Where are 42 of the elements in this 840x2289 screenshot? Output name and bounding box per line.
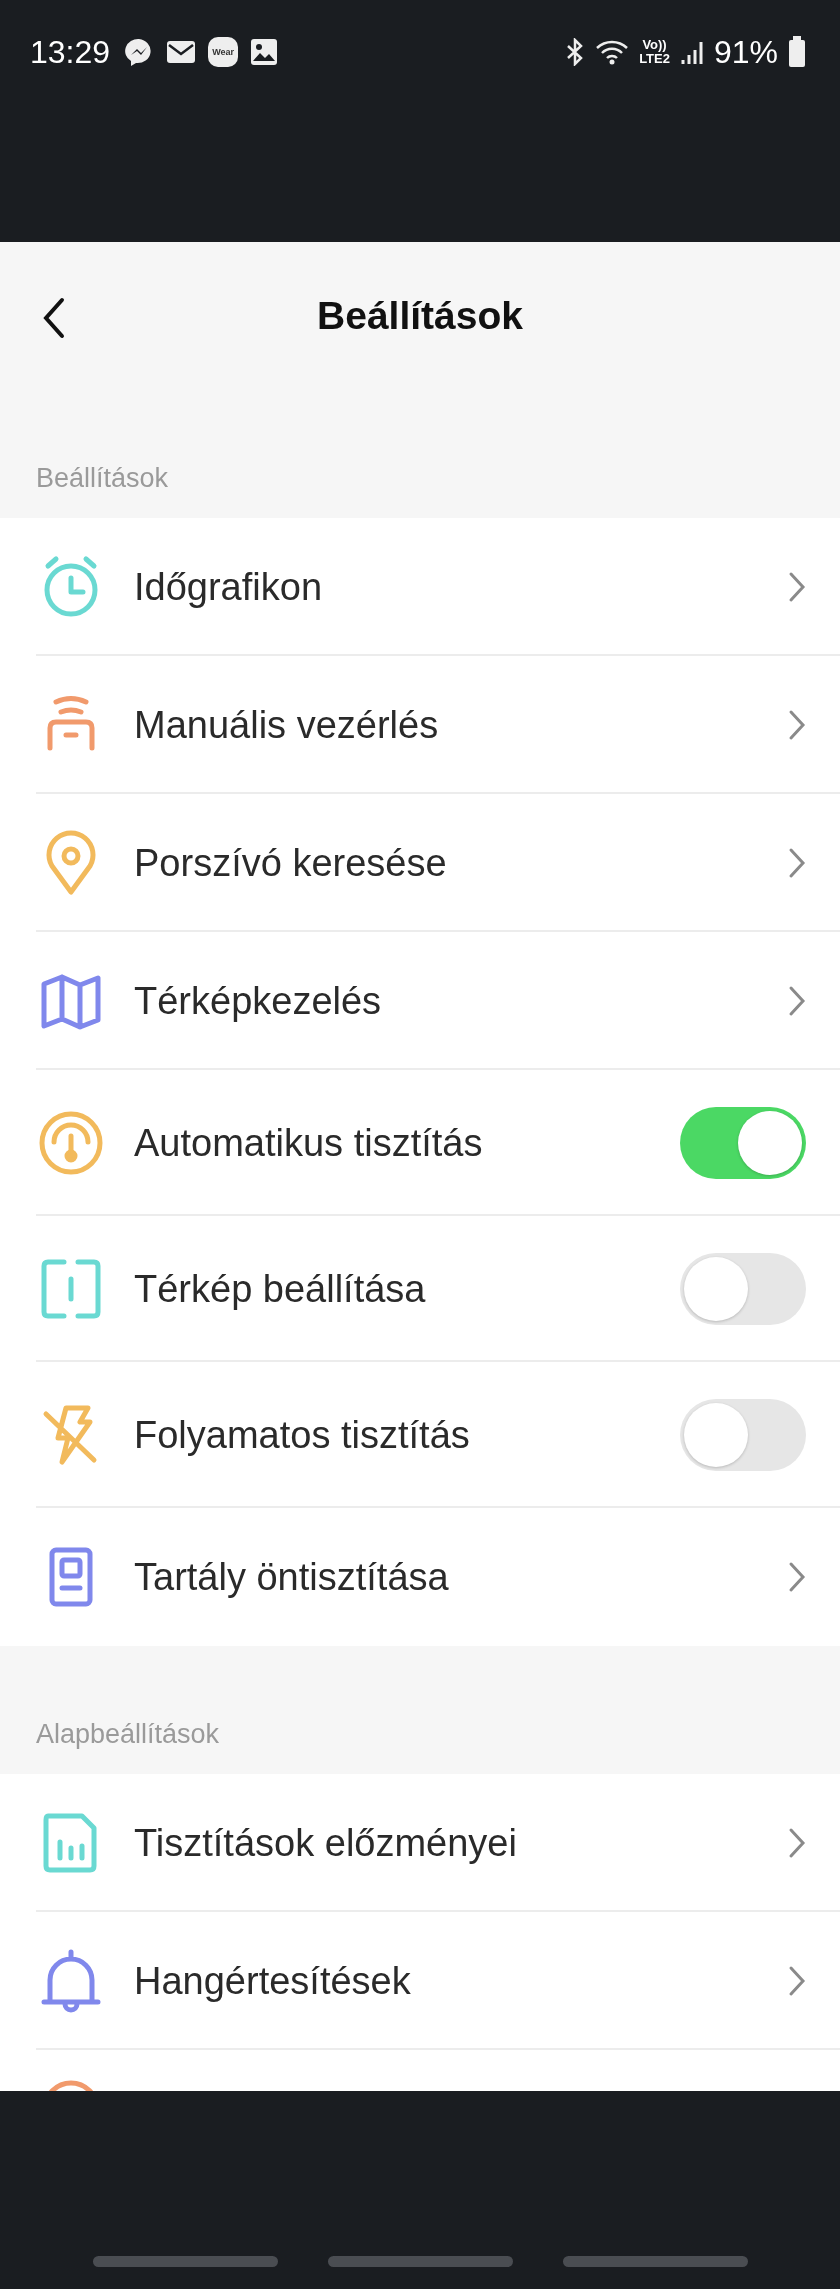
settings-row[interactable]: Időgrafikon (0, 518, 840, 656)
chevron-right-icon (788, 985, 806, 1017)
toggle-row[interactable]: Automatikus tisztítás (0, 1070, 840, 1216)
row-label: Térkép beállítása (134, 1267, 427, 1311)
section-title: Beállítások (36, 463, 169, 494)
toggle-row[interactable]: Térkép beállítása (0, 1216, 840, 1362)
mail-icon (166, 40, 197, 64)
row-label: Porszívó keresése (134, 841, 448, 885)
app-badge: Wear (208, 37, 239, 67)
row-label: Hangértesítések (134, 1959, 412, 2003)
settings-row[interactable]: Tisztítások előzményei (0, 1774, 840, 1912)
chevron-right-icon (788, 571, 806, 603)
battery-icon (788, 36, 806, 68)
nav-recents-handle[interactable] (92, 2256, 278, 2267)
settings-row[interactable]: Térképkezelés (0, 932, 840, 1070)
row-label: Folyamatos tisztítás (134, 1413, 471, 1457)
chevron-right-icon (788, 709, 806, 741)
chevron-right-icon (788, 1827, 806, 1859)
back-icon (42, 296, 66, 340)
section-title: Alapbeállítások (36, 1719, 220, 1750)
wifi-icon (595, 38, 630, 66)
battery-percent: 91% (713, 33, 778, 72)
row-label: Manuális vezérlés (134, 703, 440, 747)
row-label: Automatikus tisztítás (134, 1121, 484, 1165)
chevron-right-icon (788, 1561, 806, 1593)
row-label: Térképkezelés (134, 979, 383, 1023)
network-label: Vo)) LTE2 (639, 38, 670, 66)
settings-row[interactable]: Hangértesítések (0, 1912, 840, 2050)
chevron-right-icon (788, 847, 806, 879)
chevron-right-icon (788, 1965, 806, 1997)
toggle-row[interactable]: Folyamatos tisztítás (0, 1362, 840, 1508)
status-time: 13:29 (30, 33, 111, 72)
page-title: Beállítások (317, 294, 523, 338)
nav-home-handle[interactable] (327, 2256, 513, 2267)
settings-row[interactable]: Porszívó keresése (0, 794, 840, 932)
nav-back-handle[interactable] (562, 2256, 748, 2267)
row-label: Tisztítások előzményei (134, 1821, 518, 1865)
settings-row[interactable]: Tartály öntisztítása (0, 1508, 840, 1646)
row-label: Tartály öntisztítása (134, 1555, 450, 1599)
row-label: Időgrafikon (134, 565, 323, 609)
image-icon (250, 38, 279, 66)
settings-row[interactable]: Manuális vezérlés (0, 656, 840, 794)
